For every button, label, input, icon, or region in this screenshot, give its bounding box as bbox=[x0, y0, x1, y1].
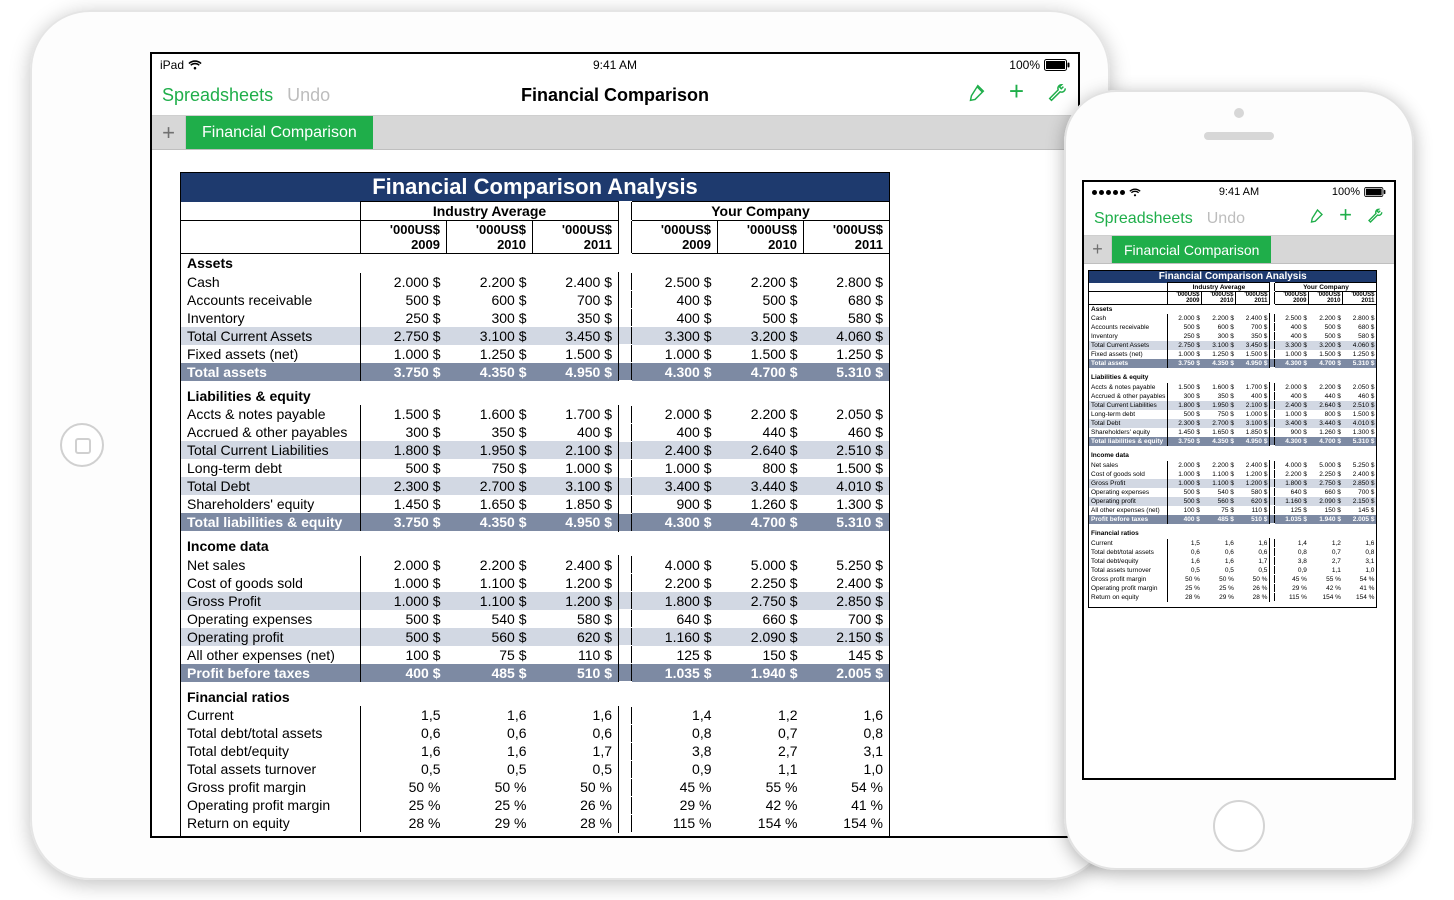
undo-button[interactable]: Undo bbox=[1207, 210, 1245, 228]
sheet-tab-active[interactable]: Financial Comparison bbox=[1112, 236, 1271, 263]
ipad-home-button[interactable] bbox=[60, 423, 104, 467]
sheet-canvas[interactable]: Financial Comparison Analysis Industry A… bbox=[1084, 264, 1394, 778]
battery-percent: 100% bbox=[1332, 186, 1360, 198]
spreadsheet-table: Financial Comparison Analysis Industry A… bbox=[1088, 270, 1377, 608]
sheet-tab-active[interactable]: Financial Comparison bbox=[186, 116, 373, 149]
wifi-icon bbox=[1129, 188, 1141, 197]
sheet-tab-bar: + Financial Comparison bbox=[1084, 236, 1394, 264]
format-brush-icon[interactable] bbox=[1307, 207, 1325, 230]
iphone-speaker bbox=[1204, 132, 1274, 140]
iphone-home-button[interactable] bbox=[1213, 800, 1265, 852]
battery-icon bbox=[1044, 59, 1070, 71]
clock: 9:41 AM bbox=[152, 58, 1078, 72]
carrier-label: iPad bbox=[160, 58, 184, 72]
add-sheet-button[interactable]: + bbox=[152, 116, 186, 149]
format-brush-icon[interactable] bbox=[965, 82, 987, 109]
wrench-icon[interactable] bbox=[1046, 82, 1068, 109]
ipad-screen: iPad 9:41 AM 100% Spreadsheets Undo Fina… bbox=[150, 52, 1080, 838]
signal-dots-icon bbox=[1092, 190, 1125, 195]
iphone-screen: 9:41 AM 100% Spreadsheets Undo + bbox=[1082, 180, 1396, 780]
iphone-status-bar: 9:41 AM 100% bbox=[1084, 182, 1394, 202]
app-toolbar: Spreadsheets Undo Financial Comparison + bbox=[152, 76, 1078, 116]
wrench-icon[interactable] bbox=[1366, 207, 1384, 230]
battery-icon bbox=[1364, 187, 1386, 197]
spreadsheet-table: Financial Comparison Analysis Industry A… bbox=[180, 172, 890, 836]
iphone-device: 9:41 AM 100% Spreadsheets Undo + bbox=[1064, 90, 1414, 870]
undo-button[interactable]: Undo bbox=[287, 85, 330, 106]
sheet-canvas[interactable]: Financial Comparison Analysis Industry A… bbox=[152, 150, 1078, 836]
back-button[interactable]: Spreadsheets bbox=[162, 85, 273, 106]
wifi-icon bbox=[188, 60, 202, 70]
add-icon[interactable]: + bbox=[1009, 82, 1024, 109]
battery-percent: 100% bbox=[1009, 58, 1040, 72]
app-toolbar: Spreadsheets Undo + bbox=[1084, 202, 1394, 236]
back-button[interactable]: Spreadsheets bbox=[1094, 210, 1193, 228]
add-icon[interactable]: + bbox=[1339, 207, 1352, 230]
add-sheet-button[interactable]: + bbox=[1084, 236, 1112, 263]
sheet-tab-bar: + Financial Comparison bbox=[152, 116, 1078, 150]
ipad-status-bar: iPad 9:41 AM 100% bbox=[152, 54, 1078, 76]
iphone-camera bbox=[1234, 108, 1244, 118]
ipad-device: iPad 9:41 AM 100% Spreadsheets Undo Fina… bbox=[30, 10, 1110, 880]
